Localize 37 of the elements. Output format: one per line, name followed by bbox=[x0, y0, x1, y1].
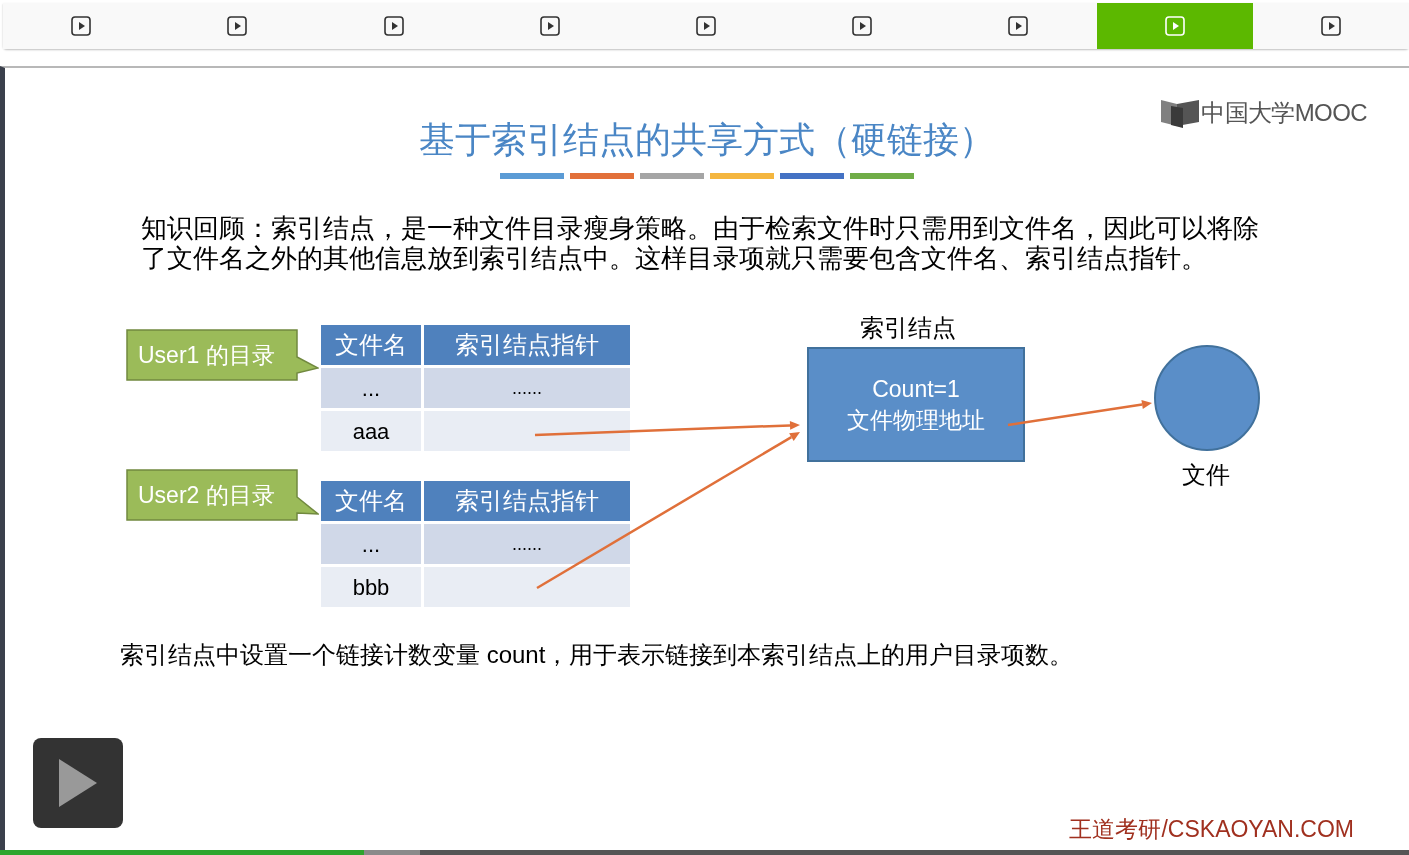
paragraph: 知识回顾：索引结点，是一种文件目录瘦身策略。由于检索文件时只需用到文件名，因此可以将除了文件名之外的其他信息放到索引结点中。这样目录项就只需要包含文件名、索引结点指针。 bbox=[141, 213, 1260, 273]
table-cell: bbb bbox=[321, 567, 421, 607]
table-cell: ...... bbox=[424, 368, 630, 408]
video-tab[interactable] bbox=[1252, 3, 1409, 49]
inode-text: 文件物理地址 bbox=[847, 405, 985, 435]
logo-text: 中国大学MOOC bbox=[1201, 101, 1367, 125]
column-header: 文件名 bbox=[321, 325, 421, 365]
column-header: 索引结点指针 bbox=[424, 325, 630, 365]
video-tab[interactable] bbox=[3, 3, 160, 49]
play-icon bbox=[696, 16, 716, 36]
inode-caption: 索引结点 bbox=[860, 313, 956, 343]
footer-text: 王道考研/CSKAOYAN.COM bbox=[1069, 814, 1354, 844]
slide-title: 基于索引结点的共享方式（硬链接） bbox=[419, 118, 995, 162]
logo-icon bbox=[1161, 98, 1200, 128]
table-cell: aaa bbox=[321, 411, 421, 451]
file-caption: 文件 bbox=[1182, 460, 1230, 490]
play-icon bbox=[539, 16, 560, 36]
play-button[interactable] bbox=[33, 738, 123, 828]
table-cell: ... bbox=[321, 524, 421, 564]
play-icon bbox=[1320, 16, 1341, 36]
directory-callout: User2 的目录 bbox=[126, 469, 319, 521]
play-icon bbox=[59, 759, 97, 807]
play-icon bbox=[227, 16, 248, 36]
play-icon bbox=[852, 16, 873, 36]
table-cell: ...... bbox=[424, 524, 630, 564]
inode-text: Count=1 bbox=[872, 374, 960, 404]
column-header: 文件名 bbox=[321, 481, 421, 521]
progress-track[interactable] bbox=[0, 850, 1409, 855]
note: 索引结点中设置一个链接计数变量 count，用于表示链接到本索引结点上的用户目录项数。 bbox=[120, 640, 1074, 670]
play-icon bbox=[1164, 16, 1185, 36]
video-tab[interactable] bbox=[940, 3, 1097, 49]
column-header: 索引结点指针 bbox=[424, 481, 630, 521]
directory-callout: User1 的目录 bbox=[126, 329, 319, 381]
play-icon bbox=[71, 16, 92, 36]
play-icon bbox=[383, 16, 404, 36]
play-icon bbox=[1008, 16, 1029, 36]
table-cell: ... bbox=[321, 368, 421, 408]
